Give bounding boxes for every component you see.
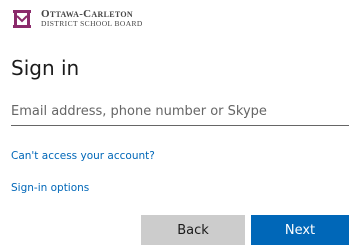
- next-button[interactable]: Next: [251, 215, 349, 245]
- cant-access-account-link[interactable]: Can't access your account?: [11, 150, 155, 162]
- sign-in-options-link[interactable]: Sign-in options: [11, 182, 89, 194]
- logo-line1: Ottawa-Carleton: [41, 8, 133, 20]
- logo-line2: District School Board: [41, 19, 143, 28]
- email-field[interactable]: [11, 97, 349, 126]
- ocdsb-crest-icon: [13, 10, 31, 28]
- page-title: Sign in: [11, 56, 80, 80]
- logo-text: Ottawa-Carleton District School Board: [41, 9, 143, 29]
- back-button[interactable]: Back: [141, 215, 245, 245]
- ocdsb-logo: Ottawa-Carleton District School Board: [12, 8, 143, 30]
